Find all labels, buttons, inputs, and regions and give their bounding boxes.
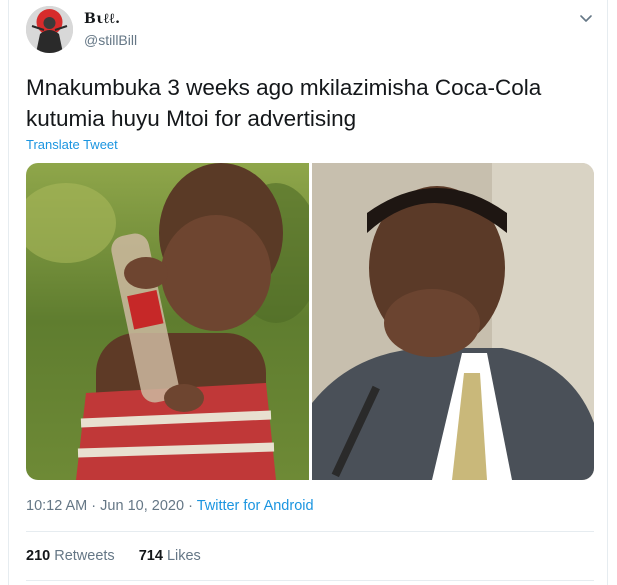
- divider: [26, 531, 594, 532]
- divider: [26, 580, 594, 581]
- retweets-stat[interactable]: 210 Retweets: [26, 548, 119, 564]
- likes-stat[interactable]: 714 Likes: [139, 548, 201, 564]
- tweet-text: Mnakumbuka 3 weeks ago mkilazimisha Coca…: [26, 75, 542, 131]
- tweet-meta: 10:12 AM · Jun 10, 2020 · Twitter for An…: [26, 498, 314, 514]
- retweets-count: 210: [26, 548, 51, 564]
- tweet-time[interactable]: 10:12 AM: [26, 498, 87, 514]
- avatar[interactable]: [26, 6, 73, 53]
- avatar-image: [26, 6, 73, 53]
- tweet-date[interactable]: Jun 10, 2020: [100, 498, 184, 514]
- photo-man-laughing[interactable]: [311, 163, 595, 480]
- likes-label: Likes: [166, 548, 201, 564]
- tweet-stats: 210 Retweets 714 Likes: [26, 548, 221, 564]
- translate-tweet-link[interactable]: Translate Tweet: [26, 137, 118, 152]
- tweet-media[interactable]: [26, 163, 594, 480]
- retweets-label: Retweets: [54, 548, 115, 564]
- meta-separator: ·: [91, 498, 97, 514]
- photo-child-with-bottle[interactable]: [26, 163, 309, 480]
- meta-separator: ·: [188, 498, 193, 514]
- chevron-down-icon[interactable]: [578, 10, 594, 26]
- tweet-source-link[interactable]: Twitter for Android: [197, 498, 314, 514]
- display-name[interactable]: Bιℓℓ.: [84, 11, 120, 28]
- user-handle[interactable]: @stillBill: [84, 32, 137, 48]
- likes-count: 714: [138, 548, 163, 564]
